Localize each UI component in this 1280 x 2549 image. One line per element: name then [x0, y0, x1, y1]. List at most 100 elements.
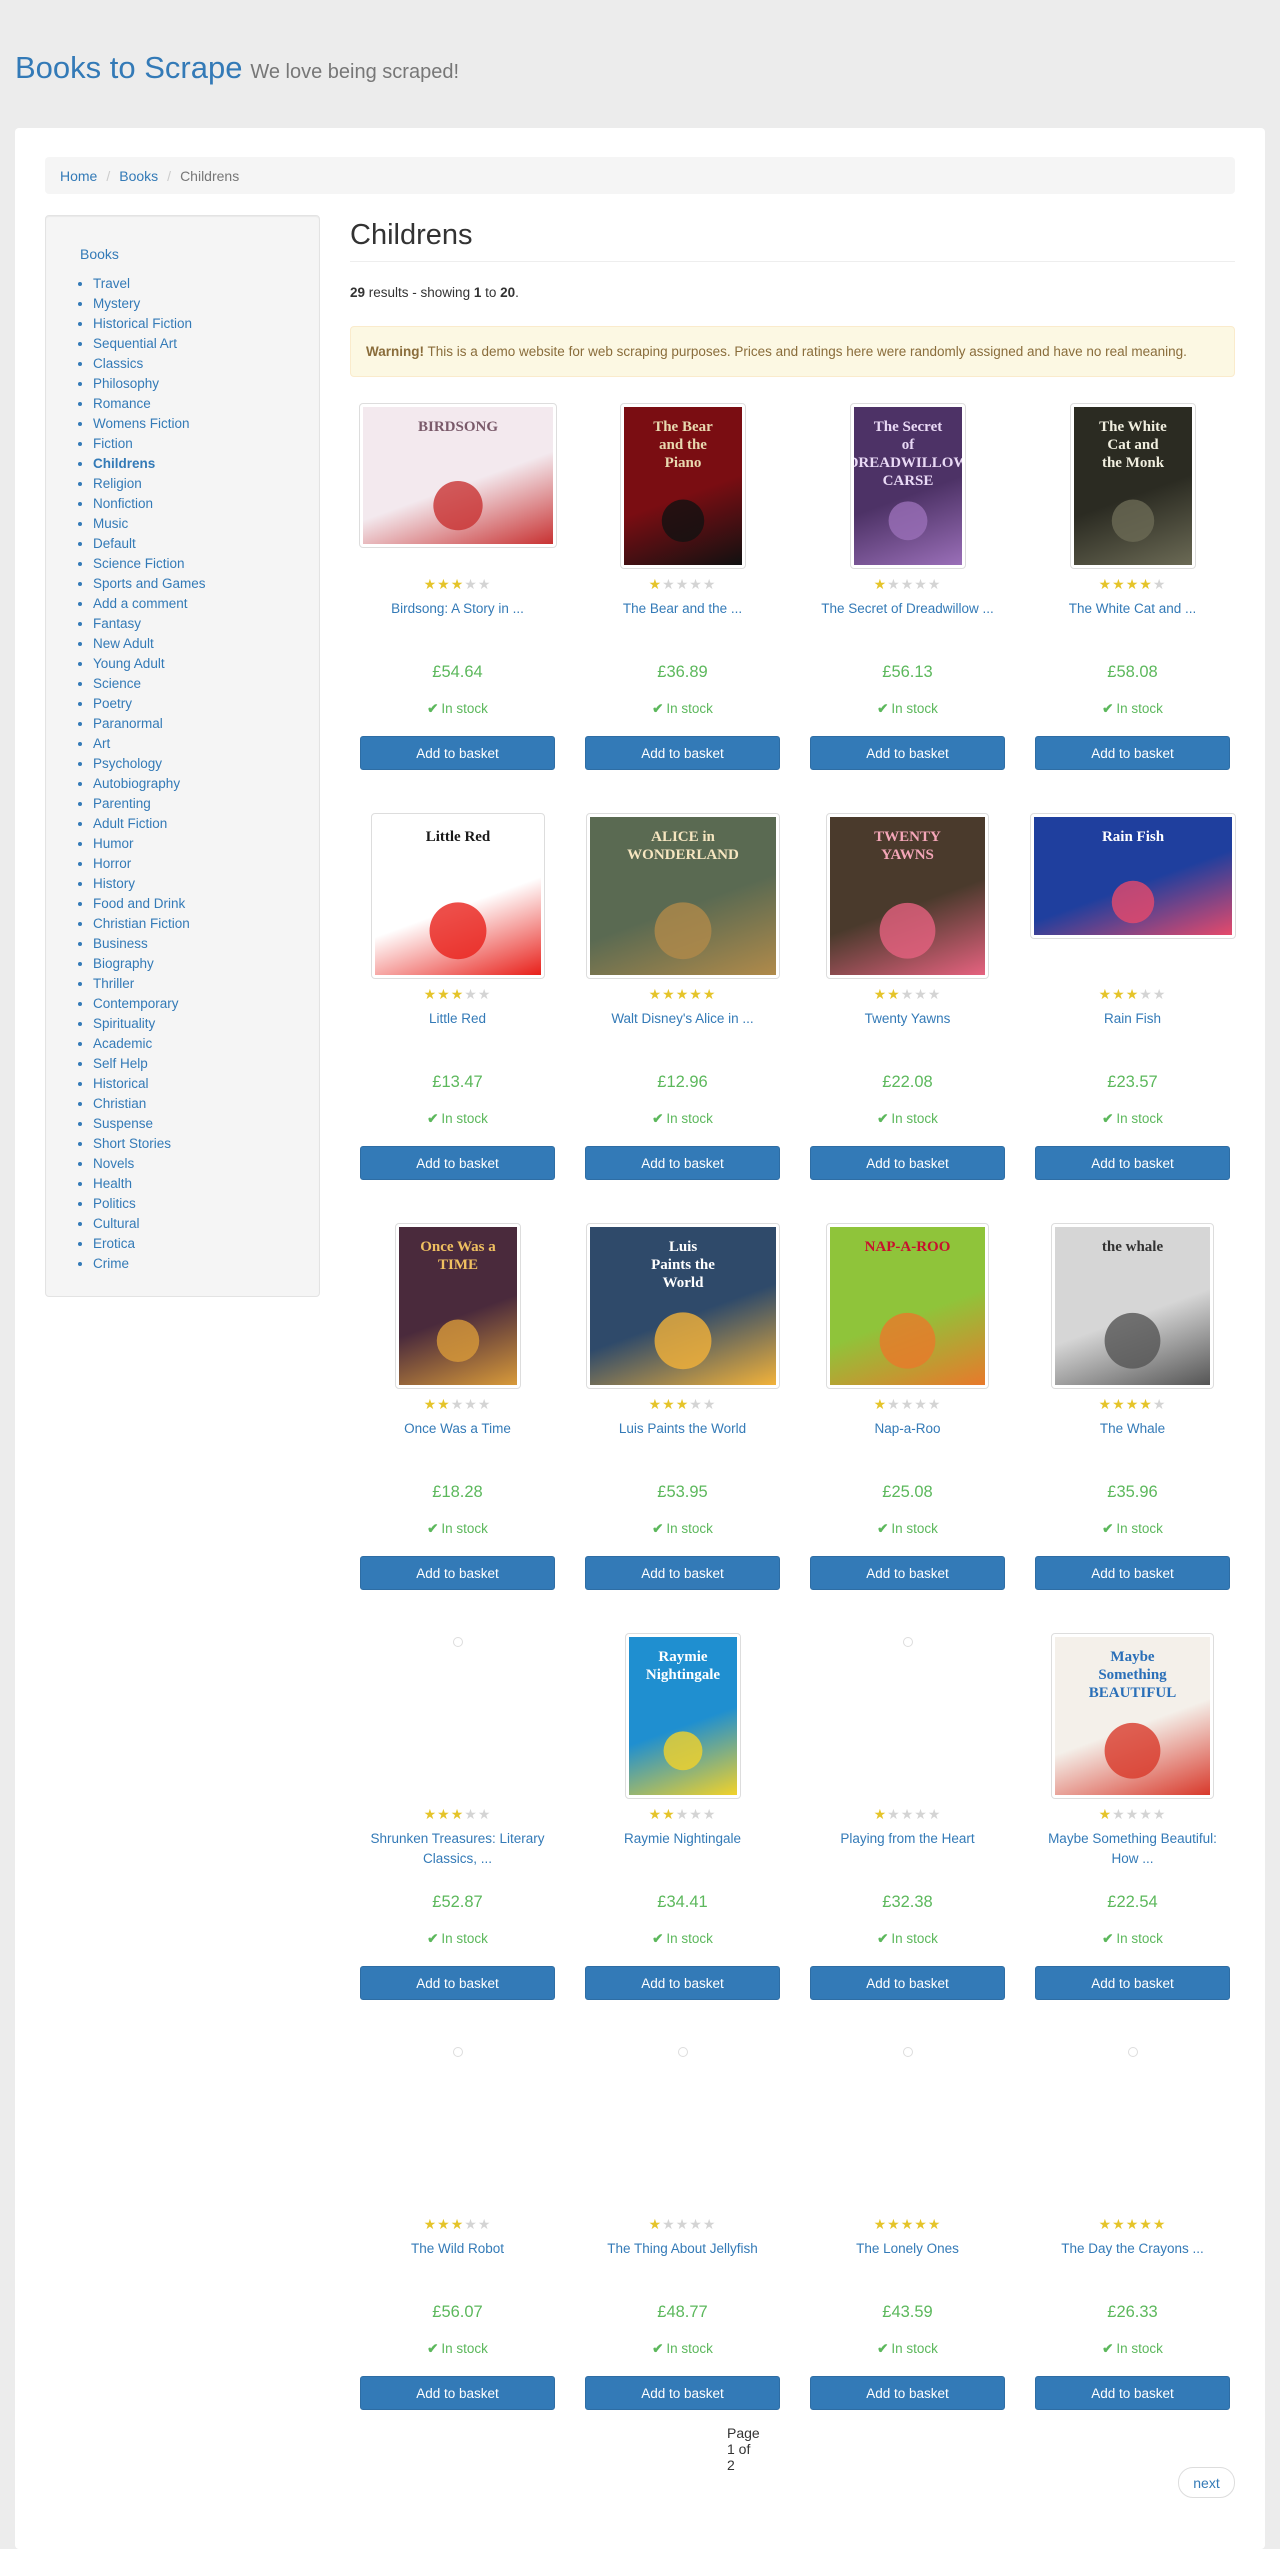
book-cover-link[interactable]: BIRDSONG: [358, 403, 557, 563]
sidebar-category-link[interactable]: Politics: [93, 1196, 136, 1211]
add-to-basket-button[interactable]: Add to basket: [810, 736, 1005, 770]
book-cover-link[interactable]: [360, 1633, 555, 1793]
book-title-link[interactable]: The Wild Robot: [360, 2239, 555, 2259]
book-title-link[interactable]: Luis Paints the World: [585, 1419, 780, 1439]
add-to-basket-button[interactable]: Add to basket: [1035, 1556, 1230, 1590]
book-title-link[interactable]: The Secret of Dreadwillow ...: [810, 599, 1005, 619]
sidebar-category-link[interactable]: Historical: [93, 1076, 149, 1091]
book-cover-link[interactable]: [585, 2043, 780, 2203]
add-to-basket-button[interactable]: Add to basket: [360, 736, 555, 770]
book-cover-link[interactable]: [360, 2043, 555, 2203]
add-to-basket-button[interactable]: Add to basket: [585, 1146, 780, 1180]
sidebar-category-link[interactable]: Default: [93, 536, 136, 551]
book-title-link[interactable]: Walt Disney's Alice in ...: [585, 1009, 780, 1029]
book-title-link[interactable]: The Whale: [1035, 1419, 1230, 1439]
sidebar-category-link[interactable]: Suspense: [93, 1116, 153, 1131]
book-title-link[interactable]: Shrunken Treasures: Literary Classics, .…: [360, 1829, 555, 1869]
book-cover-link[interactable]: Maybe Something BEAUTIFUL: [1035, 1633, 1230, 1799]
book-cover-link[interactable]: TWENTY YAWNS: [810, 813, 1005, 979]
book-title-link[interactable]: The White Cat and ...: [1035, 599, 1230, 619]
add-to-basket-button[interactable]: Add to basket: [585, 1556, 780, 1590]
book-cover-link[interactable]: [810, 1633, 1005, 1793]
add-to-basket-button[interactable]: Add to basket: [585, 736, 780, 770]
sidebar-category-link[interactable]: Fiction: [93, 436, 133, 451]
add-to-basket-button[interactable]: Add to basket: [810, 1556, 1005, 1590]
book-title-link[interactable]: Maybe Something Beautiful: How ...: [1035, 1829, 1230, 1869]
sidebar-category-link[interactable]: Art: [93, 736, 110, 751]
sidebar-books-link[interactable]: Books: [80, 246, 119, 262]
book-cover-link[interactable]: The White Cat and the Monk: [1035, 403, 1230, 569]
sidebar-category-link[interactable]: Biography: [93, 956, 154, 971]
brand-link[interactable]: Books to Scrape: [15, 50, 242, 85]
sidebar-category-link[interactable]: Historical Fiction: [93, 316, 192, 331]
sidebar-category-link[interactable]: Mystery: [93, 296, 140, 311]
sidebar-category-link[interactable]: Paranormal: [93, 716, 163, 731]
sidebar-category-link[interactable]: Thriller: [93, 976, 134, 991]
book-cover-link[interactable]: [1035, 2043, 1230, 2203]
sidebar-category-link[interactable]: Religion: [93, 476, 142, 491]
sidebar-category-link[interactable]: Christian: [93, 1096, 146, 1111]
book-title-link[interactable]: Rain Fish: [1035, 1009, 1230, 1029]
add-to-basket-button[interactable]: Add to basket: [585, 1966, 780, 2000]
add-to-basket-button[interactable]: Add to basket: [360, 1966, 555, 2000]
book-title-link[interactable]: The Day the Crayons ...: [1035, 2239, 1230, 2259]
sidebar-category-link[interactable]: Food and Drink: [93, 896, 185, 911]
sidebar-category-link[interactable]: Contemporary: [93, 996, 179, 1011]
sidebar-category-link[interactable]: Nonfiction: [93, 496, 153, 511]
sidebar-category-link[interactable]: Childrens: [93, 456, 155, 471]
book-title-link[interactable]: Nap-a-Roo: [810, 1419, 1005, 1439]
sidebar-category-link[interactable]: Young Adult: [93, 656, 165, 671]
sidebar-category-link[interactable]: Womens Fiction: [93, 416, 190, 431]
sidebar-category-link[interactable]: Short Stories: [93, 1136, 171, 1151]
breadcrumb-books[interactable]: Books: [119, 168, 158, 184]
add-to-basket-button[interactable]: Add to basket: [360, 1146, 555, 1180]
book-title-link[interactable]: The Lonely Ones: [810, 2239, 1005, 2259]
sidebar-category-link[interactable]: Music: [93, 516, 128, 531]
sidebar-category-link[interactable]: Crime: [93, 1256, 129, 1271]
add-to-basket-button[interactable]: Add to basket: [1035, 1966, 1230, 2000]
add-to-basket-button[interactable]: Add to basket: [360, 2376, 555, 2410]
book-cover-link[interactable]: Little Red: [360, 813, 555, 979]
add-to-basket-button[interactable]: Add to basket: [360, 1556, 555, 1590]
book-title-link[interactable]: Little Red: [360, 1009, 555, 1029]
sidebar-category-link[interactable]: Science: [93, 676, 141, 691]
sidebar-category-link[interactable]: History: [93, 876, 135, 891]
next-page-button[interactable]: next: [1178, 2467, 1235, 2498]
sidebar-category-link[interactable]: Add a comment: [93, 596, 188, 611]
sidebar-category-link[interactable]: Erotica: [93, 1236, 135, 1251]
book-cover-link[interactable]: Raymie Nightingale: [585, 1633, 780, 1799]
sidebar-category-link[interactable]: Academic: [93, 1036, 152, 1051]
sidebar-category-link[interactable]: Travel: [93, 276, 130, 291]
sidebar-category-link[interactable]: Sports and Games: [93, 576, 206, 591]
sidebar-category-link[interactable]: Fantasy: [93, 616, 141, 631]
add-to-basket-button[interactable]: Add to basket: [810, 2376, 1005, 2410]
book-title-link[interactable]: Playing from the Heart: [810, 1829, 1005, 1849]
sidebar-category-link[interactable]: Cultural: [93, 1216, 140, 1231]
book-cover-link[interactable]: Rain Fish: [1029, 813, 1236, 973]
book-title-link[interactable]: Birdsong: A Story in ...: [360, 599, 555, 619]
book-title-link[interactable]: The Bear and the ...: [585, 599, 780, 619]
add-to-basket-button[interactable]: Add to basket: [585, 2376, 780, 2410]
sidebar-category-link[interactable]: Classics: [93, 356, 143, 371]
sidebar-category-link[interactable]: Self Help: [93, 1056, 148, 1071]
sidebar-category-link[interactable]: Philosophy: [93, 376, 159, 391]
book-cover-link[interactable]: The Bear and the Piano: [585, 403, 780, 569]
sidebar-category-link[interactable]: Romance: [93, 396, 151, 411]
book-title-link[interactable]: Raymie Nightingale: [585, 1829, 780, 1849]
book-cover-link[interactable]: the whale: [1035, 1223, 1230, 1389]
sidebar-category-link[interactable]: New Adult: [93, 636, 154, 651]
sidebar-category-link[interactable]: Sequential Art: [93, 336, 177, 351]
add-to-basket-button[interactable]: Add to basket: [810, 1146, 1005, 1180]
sidebar-category-link[interactable]: Autobiography: [93, 776, 180, 791]
sidebar-category-link[interactable]: Health: [93, 1176, 132, 1191]
book-cover-link[interactable]: Luis Paints the World: [585, 1223, 780, 1389]
sidebar-category-link[interactable]: Humor: [93, 836, 134, 851]
add-to-basket-button[interactable]: Add to basket: [1035, 2376, 1230, 2410]
sidebar-category-link[interactable]: Poetry: [93, 696, 132, 711]
sidebar-category-link[interactable]: Christian Fiction: [93, 916, 190, 931]
sidebar-category-link[interactable]: Science Fiction: [93, 556, 185, 571]
sidebar-category-link[interactable]: Horror: [93, 856, 131, 871]
add-to-basket-button[interactable]: Add to basket: [1035, 736, 1230, 770]
sidebar-category-link[interactable]: Business: [93, 936, 148, 951]
book-cover-link[interactable]: The Secret of DREADWILLOW CARSE: [810, 403, 1005, 569]
